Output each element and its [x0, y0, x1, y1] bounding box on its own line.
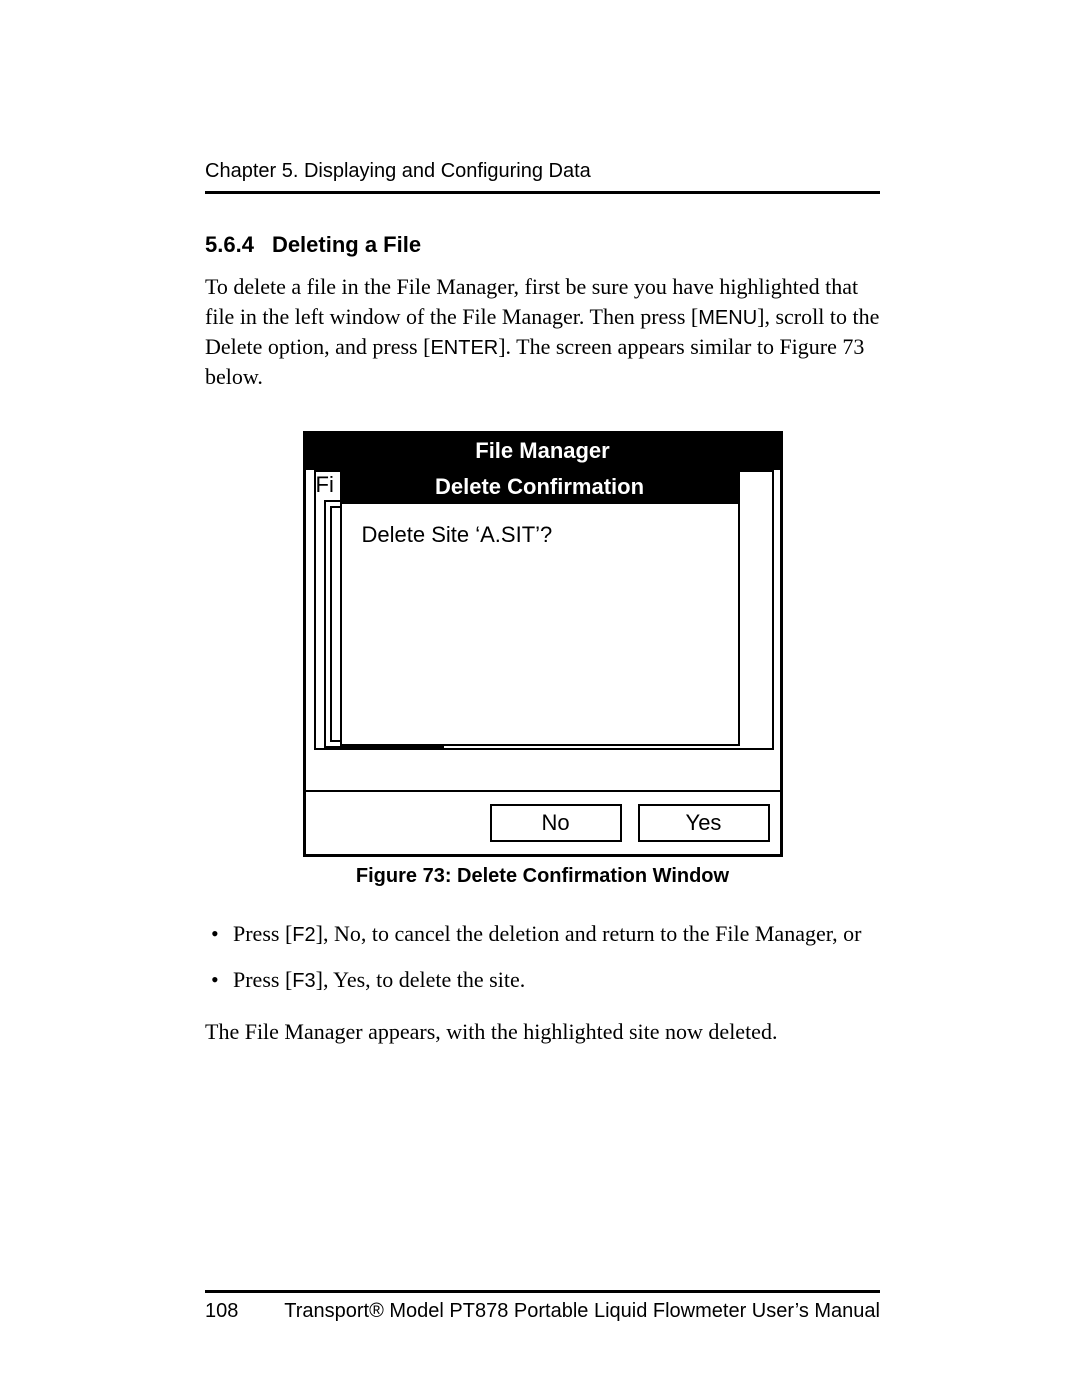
device-body: Fi Delete Confirmation Delete Site ‘A.SI…: [306, 470, 780, 790]
bullet-pre: Press [: [233, 967, 292, 992]
no-button[interactable]: No: [490, 804, 622, 842]
key-enter: ENTER: [430, 337, 498, 359]
section-number: 5.6.4: [205, 232, 254, 257]
list-item: Press [F2], No, to cancel the deletion a…: [205, 916, 880, 951]
bullet-post: ], No, to cancel the deletion and return…: [316, 921, 862, 946]
manual-title: Transport® Model PT878 Portable Liquid F…: [284, 1300, 880, 1323]
section-title: Deleting a File: [272, 232, 421, 257]
intro-paragraph: To delete a file in the File Manager, fi…: [205, 272, 880, 391]
key-f3: F3: [292, 970, 315, 992]
yes-button[interactable]: Yes: [638, 804, 770, 842]
figure-device-window: File Manager Fi Delete Confirmation Dele…: [303, 431, 783, 888]
section-heading: 5.6.4 Deleting a File: [205, 232, 880, 258]
key-f2: F2: [292, 924, 315, 946]
dialog-message: Delete Site ‘A.SIT’?: [342, 504, 738, 744]
page-footer: 108 Transport® Model PT878 Portable Liqu…: [205, 1300, 880, 1323]
list-item: Press [F3], Yes, to delete the site.: [205, 962, 880, 997]
closing-paragraph: The File Manager appears, with the highl…: [205, 1017, 880, 1048]
device-title: File Manager: [306, 434, 780, 470]
figure-caption: Figure 73: Delete Confirmation Window: [303, 865, 783, 888]
page-number: 108: [205, 1300, 238, 1323]
dialog-title: Delete Confirmation: [342, 472, 738, 504]
key-menu: MENU: [698, 307, 757, 329]
bullet-list: Press [F2], No, to cancel the deletion a…: [205, 916, 880, 996]
button-bar: No Yes: [306, 790, 780, 854]
delete-confirmation-dialog: Delete Confirmation Delete Site ‘A.SIT’?: [340, 470, 740, 746]
bullet-post: ], Yes, to delete the site.: [316, 967, 526, 992]
chapter-header: Chapter 5. Displaying and Configuring Da…: [205, 160, 880, 194]
bullet-pre: Press [: [233, 921, 292, 946]
bg-panel-label: Fi: [316, 472, 334, 498]
footer-rule: [205, 1290, 880, 1293]
device-frame: File Manager Fi Delete Confirmation Dele…: [303, 431, 783, 857]
